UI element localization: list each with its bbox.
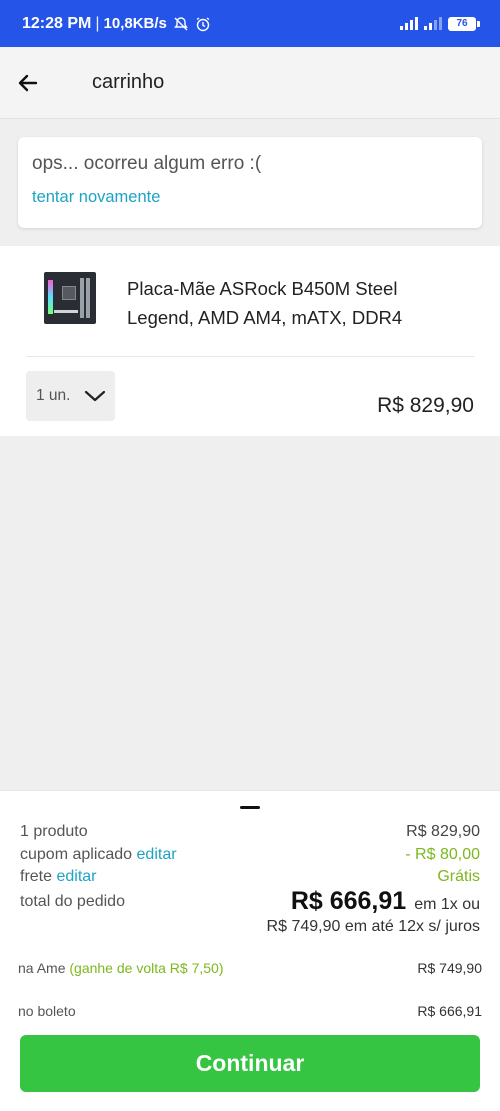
product-price: R$ 829,90 <box>377 394 474 417</box>
continue-button[interactable]: Continuar <box>20 1035 480 1092</box>
signal-icon <box>400 17 418 30</box>
shipping-edit-link[interactable]: editar <box>56 868 96 885</box>
summary-shipping-row: frete editar Grátis <box>20 868 480 886</box>
cart-item: Placa-Mãe ASRock B450M Steel Legend, AMD… <box>0 246 500 436</box>
order-summary-sheet: 1 produto R$ 829,90 cupom aplicado edita… <box>0 790 500 1111</box>
payment-boleto-row: no boleto R$ 666,91 <box>18 1003 482 1019</box>
product-image[interactable] <box>44 272 96 324</box>
shipping-label: frete <box>20 868 53 885</box>
coupon-label: cupom aplicado <box>20 846 133 863</box>
network-speed: 10,8KB/s <box>103 15 167 32</box>
arrow-left-icon <box>18 74 38 91</box>
summary-coupon-row: cupom aplicado editar - R$ 80,00 <box>20 846 480 864</box>
status-separator: | <box>95 14 100 32</box>
battery-level: 76 <box>448 16 476 31</box>
summary-products-row: 1 produto R$ 829,90 <box>20 823 480 841</box>
battery-icon: 76 <box>448 16 480 31</box>
mute-bell-icon <box>173 16 189 32</box>
products-value: R$ 829,90 <box>406 823 480 840</box>
status-bar: 12:28 PM | 10,8KB/s 76 <box>0 0 500 47</box>
product-name[interactable]: Placa-Mãe ASRock B450M Steel Legend, AMD… <box>127 274 467 332</box>
ame-cashback: (ganhe de volta R$ 7,50) <box>69 960 224 976</box>
sheet-handle[interactable] <box>240 806 260 809</box>
ame-value: R$ 749,90 <box>417 960 482 976</box>
page-title: carrinho <box>92 71 165 93</box>
total-value: R$ 666,91 <box>290 887 407 915</box>
coupon-value: - R$ 80,00 <box>405 846 480 863</box>
boleto-label: no boleto <box>18 1003 76 1019</box>
shipping-value: Grátis <box>437 868 480 885</box>
ame-label: na Ame <box>18 960 66 976</box>
total-label: total do pedido <box>20 893 125 910</box>
quantity-value: 1 un. <box>36 387 71 404</box>
error-card: ops... ocorreu algum erro :( tentar nova… <box>18 137 482 228</box>
signal-2-icon <box>424 17 442 30</box>
summary-total-row: total do pedido <box>20 893 125 911</box>
total-amount: R$ 666,91 em 1x ou <box>291 887 480 916</box>
total-suffix: em 1x ou <box>414 896 480 913</box>
coupon-edit-link[interactable]: editar <box>137 846 177 863</box>
payment-ame-row: na Ame (ganhe de volta R$ 7,50) R$ 749,9… <box>18 960 482 976</box>
status-time: 12:28 PM <box>22 14 92 32</box>
quantity-select[interactable]: 1 un. <box>26 371 115 421</box>
error-message: ops... ocorreu algum erro :( <box>32 153 262 174</box>
products-label: 1 produto <box>20 823 88 840</box>
app-bar: carrinho <box>0 47 500 119</box>
alarm-icon <box>195 16 211 32</box>
back-button[interactable] <box>0 47 56 119</box>
retry-link[interactable]: tentar novamente <box>32 188 468 207</box>
boleto-value: R$ 666,91 <box>417 1003 482 1019</box>
installments-text: R$ 749,90 em até 12x s/ juros <box>266 918 480 935</box>
divider <box>26 356 474 357</box>
chevron-down-icon <box>84 389 106 403</box>
